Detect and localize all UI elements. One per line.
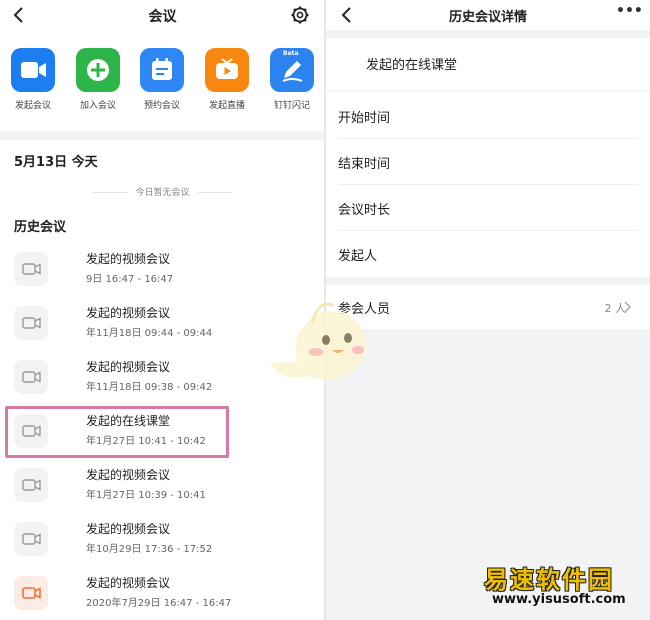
start-meeting-label: 发起会议: [14, 101, 51, 111]
start-live-button[interactable]: 发起直播: [197, 48, 257, 111]
row-divider: [338, 184, 638, 185]
watermark: 易速软件园 www.yisusoft.com: [470, 558, 640, 616]
history-item-time: 2020年7月29日 16:47 - 16:47: [86, 598, 232, 609]
meeting-name: 发起的在线课堂: [366, 58, 458, 73]
gear-icon[interactable]: [290, 5, 310, 25]
video-camera-icon: [11, 48, 55, 92]
video-icon: [14, 306, 48, 340]
pen-note-icon: Beta: [270, 48, 314, 92]
history-item-time: 年11月18日 09:38 - 09:42: [86, 382, 213, 393]
history-item[interactable]: 发起的视频会议 9日 16:47 - 16:47: [0, 244, 325, 298]
video-icon: [14, 360, 48, 394]
no-meeting-text: 今日暂无会议: [135, 188, 190, 198]
history-item-title: 发起的视频会议: [86, 522, 171, 536]
meeting-header: 会议: [0, 0, 325, 30]
history-item-time: 9日 16:47 - 16:47: [86, 274, 174, 285]
history-item-title: 发起的视频会议: [86, 360, 171, 374]
row-divider: [338, 230, 638, 231]
video-icon: [14, 576, 48, 610]
history-item-time: 年10月29日 17:36 - 17:52: [86, 544, 213, 555]
duration-label: 会议时长: [338, 203, 391, 218]
video-icon: [14, 468, 48, 502]
join-meeting-label: 加入会议: [79, 101, 116, 111]
history-item-title: 发起的视频会议: [86, 576, 171, 590]
detail-title: 历史会议详情: [448, 10, 527, 25]
beta-badge: Beta: [283, 50, 299, 57]
join-meeting-button[interactable]: 加入会议: [68, 48, 128, 111]
row-divider: [338, 138, 638, 139]
watermark-url: www.yisusoft.com: [492, 592, 626, 607]
live-tv-icon: [205, 48, 249, 92]
video-icon: [14, 522, 48, 556]
selected-item-highlight: [5, 406, 229, 458]
history-heading: 历史会议: [14, 220, 67, 235]
join-plus-icon: [76, 48, 120, 92]
end-time-label: 结束时间: [338, 157, 391, 172]
video-icon: [14, 252, 48, 286]
date-heading: 5月13日 今天: [14, 155, 98, 170]
history-item-title: 发起的视频会议: [86, 306, 171, 320]
meeting-name-card: 发起的在线课堂: [326, 38, 650, 90]
no-meeting-today: 今日暂无会议: [0, 185, 325, 198]
meeting-info-card: 开始时间 结束时间 会议时长 发起人: [326, 92, 650, 277]
watermark-name: 易速软件园: [484, 566, 614, 594]
chevron-right-icon: [624, 301, 632, 313]
host-label: 发起人: [338, 249, 378, 264]
mascot-logo-icon: [270, 302, 367, 380]
history-item[interactable]: 发起的视频会议 年1月27日 10:39 - 10:41: [0, 460, 325, 514]
history-item-title: 发起的视频会议: [86, 468, 171, 482]
history-item-time: 年1月27日 10:39 - 10:41: [86, 490, 206, 501]
history-item-title: 发起的视频会议: [86, 252, 171, 266]
participants-count: 2 人: [604, 302, 627, 315]
page-title: 会议: [148, 9, 177, 25]
history-item-time: 年11月18日 09:44 - 09:44: [86, 328, 213, 339]
start-live-label: 发起直播: [208, 101, 245, 111]
start-time-label: 开始时间: [338, 111, 391, 126]
more-icon[interactable]: •••: [616, 3, 643, 19]
start-meeting-button[interactable]: 发起会议: [3, 48, 63, 111]
history-item[interactable]: 发起的视频会议 2020年7月29日 16:47 - 16:47: [0, 568, 325, 620]
dingtalk-flash-note-button[interactable]: Beta 钉钉闪记: [262, 48, 322, 111]
schedule-meeting-button[interactable]: 预约会议: [132, 48, 192, 111]
history-item[interactable]: 发起的视频会议 年10月29日 17:36 - 17:52: [0, 514, 325, 568]
flash-note-label: 钉钉闪记: [273, 101, 310, 111]
quick-actions: 发起会议 加入会议 预约会议 发起直播 Beta 钉钉闪记: [0, 48, 325, 126]
detail-header: 历史会议详情 •••: [326, 0, 650, 30]
schedule-meeting-label: 预约会议: [143, 101, 180, 111]
calendar-icon: [140, 48, 184, 92]
section-divider: [0, 131, 325, 140]
